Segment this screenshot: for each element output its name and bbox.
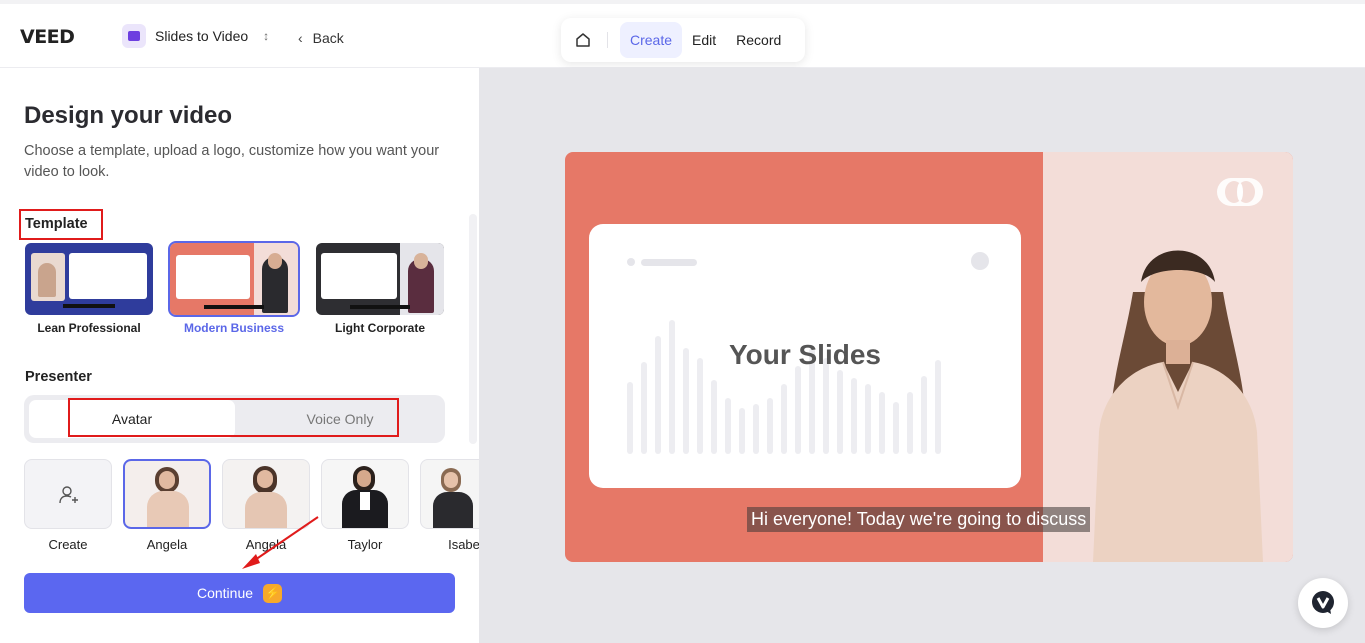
slides-project-icon: [122, 24, 146, 48]
presenter-heading: Presenter: [25, 369, 92, 385]
home-button[interactable]: [561, 18, 605, 62]
chevron-left-icon: ‹: [298, 30, 303, 46]
presenter-isabe[interactable]: Isabe: [420, 459, 479, 552]
project-switcher[interactable]: Slides to Video ↕: [122, 24, 269, 48]
presenter-name: Taylor: [347, 537, 383, 552]
presenter-name: Angela: [245, 537, 287, 552]
home-icon: [576, 33, 590, 47]
tab-edit[interactable]: Edit: [682, 22, 726, 58]
chat-icon: [1312, 591, 1334, 614]
presenter-angela-2[interactable]: Angela: [222, 459, 310, 552]
template-light-corporate[interactable]: Light Corporate: [316, 243, 444, 335]
template-name: Modern Business: [183, 321, 285, 335]
presenter-avatar: [1093, 250, 1263, 562]
annotation-box-template: [19, 209, 103, 240]
template-thumbnail: [25, 243, 153, 315]
page-title: Design your video: [24, 102, 233, 129]
slide-dot: [627, 258, 635, 266]
presenter-name: Isabe: [448, 537, 479, 552]
project-name: Slides to Video: [155, 28, 249, 44]
continue-button[interactable]: Continue ⚡: [24, 573, 455, 613]
template-lean-professional[interactable]: Lean Professional: [25, 243, 153, 335]
avatar-thumbnail: [123, 459, 211, 529]
subtitle-caption: Hi everyone! Today we're going to discus…: [747, 507, 1091, 532]
veed-logo[interactable]: VEED: [20, 26, 75, 48]
lightning-icon: ⚡: [263, 583, 283, 603]
preview-area: Your Slides Hi everyone! Today we're goi…: [479, 68, 1365, 643]
tab-record[interactable]: Record: [726, 22, 791, 58]
slide-card: Your Slides: [589, 224, 1021, 488]
avatar-thumbnail: [420, 459, 479, 529]
panel-scrollbar[interactable]: [469, 214, 477, 444]
page-subtitle: Choose a template, upload a logo, custom…: [24, 143, 440, 180]
template-name: Light Corporate: [335, 321, 425, 335]
tab-create[interactable]: Create: [620, 22, 683, 58]
slide-line: [641, 259, 697, 266]
add-user-icon: [59, 486, 78, 504]
slide-circle: [971, 252, 989, 270]
presenter-angela-1[interactable]: Angela: [123, 459, 211, 552]
avatar-thumbnail: [321, 459, 409, 529]
top-bar: VEED Slides to Video ↕ ‹ Back Create Edi…: [0, 0, 1365, 68]
template-thumbnail: [168, 241, 300, 317]
template-name: Lean Professional: [37, 321, 141, 335]
support-chat-button[interactable]: [1298, 578, 1348, 628]
template-modern-business[interactable]: Modern Business: [168, 241, 300, 335]
back-label: Back: [312, 30, 344, 46]
create-avatar-button[interactable]: Create: [24, 459, 112, 552]
continue-label: Continue: [196, 585, 254, 601]
avatar-thumbnail: [222, 459, 310, 529]
mode-switcher: Create Edit Record: [561, 18, 805, 62]
avatar-thumbnail: [24, 459, 112, 529]
design-panel: Design your video Choose a template, upl…: [0, 68, 479, 643]
presenter-name: Create: [48, 537, 88, 552]
template-thumbnail: [316, 243, 444, 315]
slide-title: Your Slides: [729, 339, 881, 370]
annotation-box-avatar: [68, 398, 399, 437]
video-preview: Your Slides Hi everyone! Today we're goi…: [565, 152, 1293, 562]
divider: [607, 32, 608, 48]
presenter-taylor[interactable]: Taylor: [321, 459, 409, 552]
presenter-name: Angela: [146, 537, 188, 552]
back-button[interactable]: ‹ Back: [298, 30, 344, 46]
brand-logo-icon: [1217, 178, 1263, 206]
chevron-up-down-icon: ↕: [263, 29, 270, 43]
